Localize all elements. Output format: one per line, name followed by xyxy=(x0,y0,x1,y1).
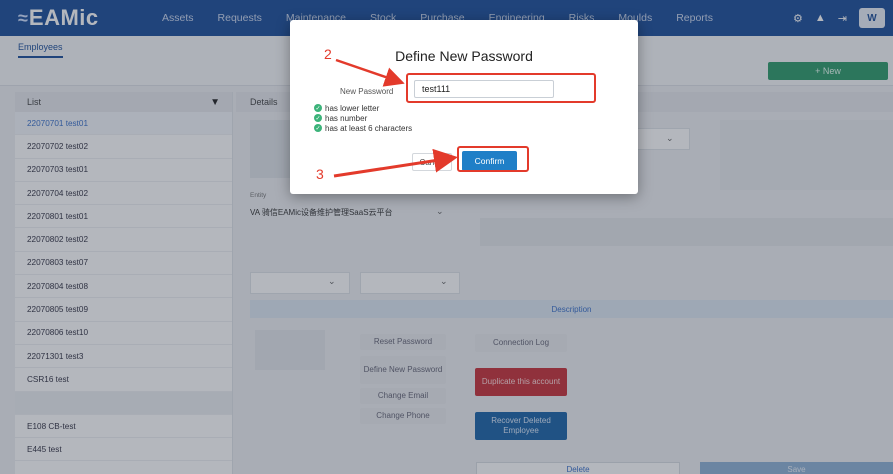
arrow-to-input xyxy=(335,58,405,87)
arrow-to-confirm xyxy=(333,148,458,178)
annotation-arrows xyxy=(333,58,458,178)
